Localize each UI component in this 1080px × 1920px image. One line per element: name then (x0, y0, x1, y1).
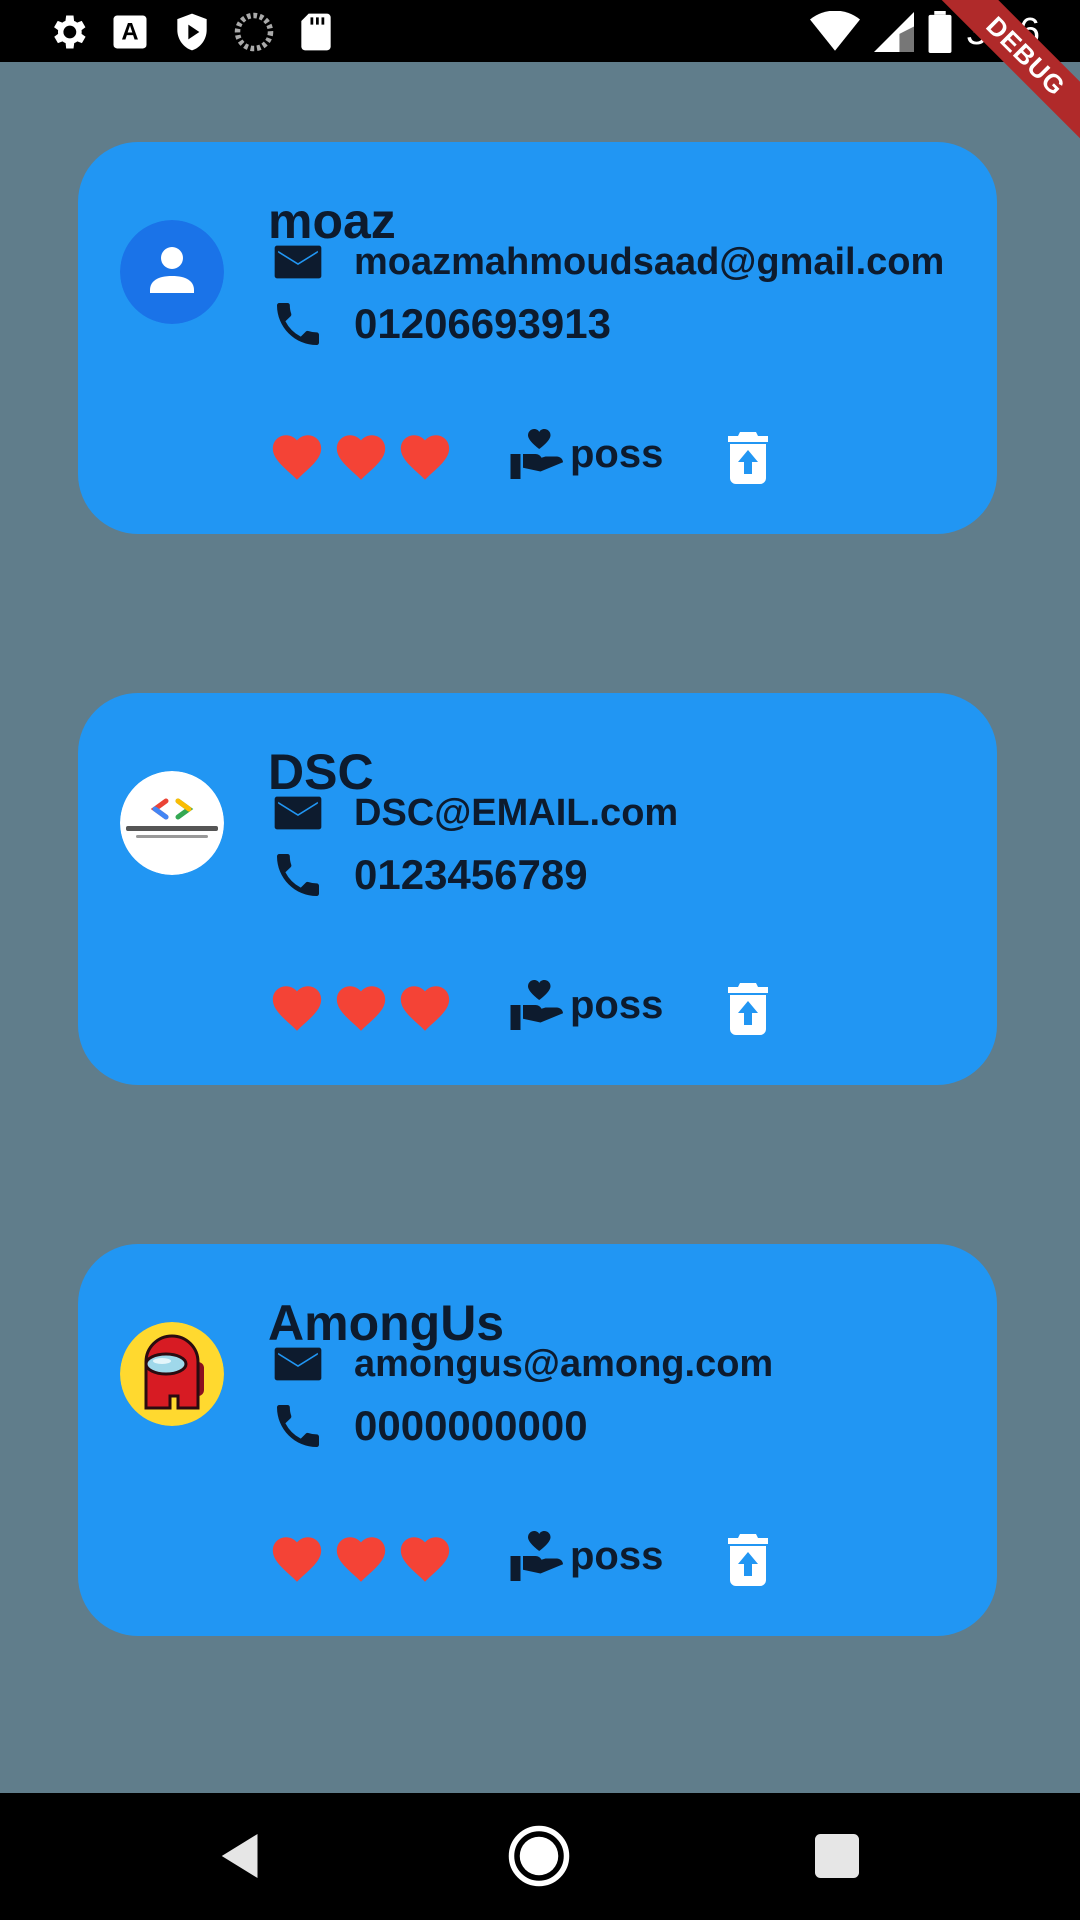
contact-card[interactable]: moaz moazmahmoudsaad@gmail.com 012066939… (78, 142, 997, 534)
avatar (120, 771, 224, 875)
email-row: amongus@among.com (268, 1334, 773, 1394)
phone-value: 0000000000 (354, 1402, 588, 1449)
avatar (120, 1322, 224, 1426)
restore-from-trash-icon (728, 1534, 768, 1586)
heart-icon[interactable] (332, 979, 390, 1037)
poss-button[interactable]: poss (508, 424, 663, 484)
rating-hearts[interactable] (268, 979, 454, 1037)
heart-icon[interactable] (268, 428, 326, 486)
mail-icon (268, 232, 328, 292)
svg-text:A: A (121, 18, 138, 45)
play-protect-icon (177, 13, 207, 51)
email-value: amongus@among.com (354, 1342, 774, 1385)
delete-button[interactable] (724, 1534, 772, 1586)
restore-from-trash-icon (728, 432, 768, 484)
phone-value: 0123456789 (354, 851, 588, 898)
hand-holding-heart-icon (510, 980, 563, 1030)
person-avatar-icon (120, 220, 224, 324)
email-row: DSC@EMAIL.com (268, 783, 678, 843)
email-row: moazmahmoudsaad@gmail.com (268, 232, 944, 292)
mail-icon (268, 783, 328, 843)
poss-button[interactable]: poss (508, 975, 663, 1035)
mail-icon (268, 1334, 328, 1394)
status-icons-left: A (46, 10, 338, 54)
dsc-logo-icon (120, 771, 224, 875)
poss-button[interactable]: poss (508, 1526, 663, 1586)
hand-holding-heart-icon (510, 1531, 563, 1581)
heart-icon[interactable] (396, 428, 454, 486)
email-value: moazmahmoudsaad@gmail.com (354, 240, 945, 283)
wifi-icon (810, 11, 861, 51)
poss-label: poss (570, 431, 664, 476)
heart-icon[interactable] (396, 979, 454, 1037)
cell-signal-icon (874, 12, 915, 52)
hand-holding-heart-icon (510, 429, 563, 479)
phone-value: 01206693913 (354, 300, 611, 347)
delete-button[interactable] (724, 983, 772, 1035)
settings-icon (54, 15, 86, 49)
phone-row: 01206693913 (268, 294, 611, 354)
phone-icon (268, 294, 328, 354)
heart-icon[interactable] (396, 1530, 454, 1588)
heart-icon[interactable] (332, 428, 390, 486)
loading-circle-icon (234, 12, 274, 52)
phone-row: 0123456789 (268, 845, 588, 905)
restore-from-trash-icon (728, 983, 768, 1035)
phone-icon (268, 845, 328, 905)
among-us-icon (120, 1322, 224, 1426)
status-bar: A 3:16 DEBUG (0, 0, 1080, 148)
phone-icon (268, 1396, 328, 1456)
phone-row: 0000000000 (268, 1396, 588, 1456)
heart-icon[interactable] (332, 1530, 390, 1588)
home-icon[interactable] (506, 1823, 572, 1889)
font-a-icon: A (113, 15, 147, 49)
heart-icon[interactable] (268, 1530, 326, 1588)
email-value: DSC@EMAIL.com (354, 791, 679, 834)
sd-card-icon (301, 13, 331, 51)
contact-card[interactable]: AmongUs amongus@among.com 0000000000 pos… (78, 1244, 997, 1636)
contact-card[interactable]: DSC DSC@EMAIL.com 0123456789 poss (78, 693, 997, 1085)
rating-hearts[interactable] (268, 428, 454, 486)
recents-icon[interactable] (804, 1823, 870, 1889)
delete-button[interactable] (724, 432, 772, 484)
back-icon[interactable] (208, 1823, 274, 1889)
avatar (120, 220, 224, 324)
poss-label: poss (570, 982, 664, 1027)
poss-label: poss (570, 1533, 664, 1578)
rating-hearts[interactable] (268, 1530, 454, 1588)
heart-icon[interactable] (268, 979, 326, 1037)
battery-icon (928, 11, 952, 53)
contact-list[interactable]: moaz moazmahmoudsaad@gmail.com 012066939… (0, 62, 1080, 1793)
system-nav-bar (0, 1793, 1080, 1920)
